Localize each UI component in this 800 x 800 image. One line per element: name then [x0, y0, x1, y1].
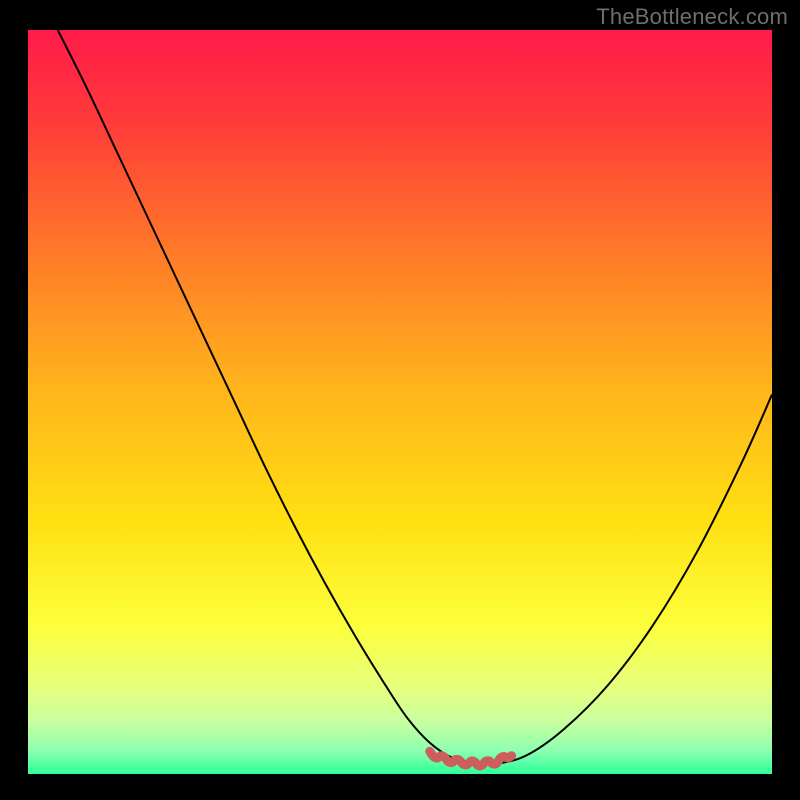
chart-frame: TheBottleneck.com — [0, 0, 800, 800]
gradient-background — [28, 30, 772, 774]
watermark-text: TheBottleneck.com — [596, 4, 788, 30]
bottleneck-chart — [28, 30, 772, 774]
plot-area — [28, 30, 772, 774]
